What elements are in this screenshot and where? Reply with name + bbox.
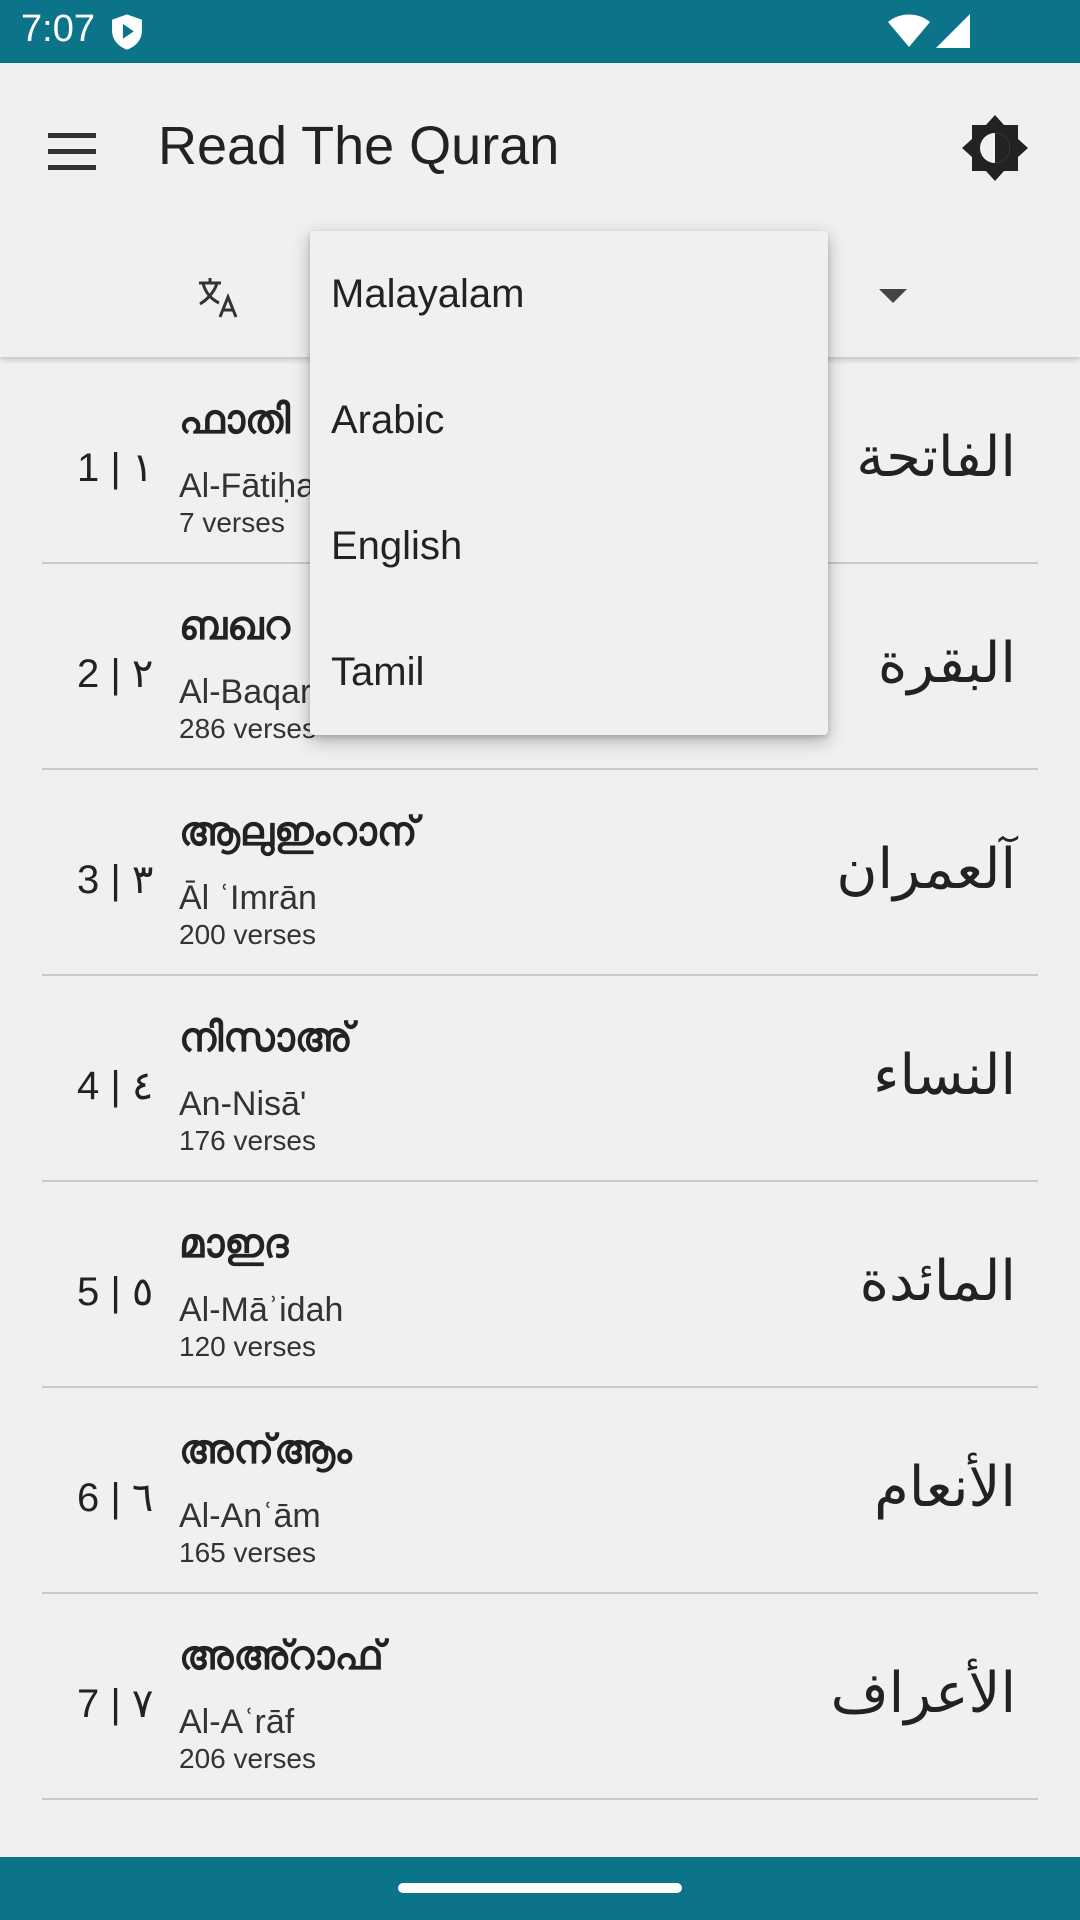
wifi-icon <box>888 14 930 47</box>
surah-verse-count: 120 verses <box>179 1331 316 1362</box>
surah-name-malayalam: ഫാതി <box>179 397 291 443</box>
dropdown-arrow-icon[interactable] <box>876 285 910 307</box>
surah-verse-count: 176 verses <box>179 1125 316 1156</box>
surah-transliteration: Al-Māʾidah <box>179 1291 344 1329</box>
menu-item-malayalam[interactable]: Malayalam <box>310 231 828 357</box>
surah-name-malayalam: മാഇദ <box>179 1221 289 1267</box>
surah-number: 6 | ٦ <box>77 1476 154 1520</box>
surah-number: 1 | ١ <box>77 446 154 490</box>
list-item[interactable]: 4 | ٤ നിസാഅ് An-Nisā' 176 verses النساء <box>42 975 1038 1182</box>
menu-item-english[interactable]: English <box>310 483 828 609</box>
signal-icon <box>936 14 970 48</box>
surah-name-malayalam: അഅ്റാഫ് <box>179 1633 384 1679</box>
navigation-bar <box>0 1857 1080 1920</box>
list-item[interactable]: 5 | ٥ മാഇദ Al-Māʾidah 120 verses المائدة <box>42 1181 1038 1388</box>
surah-name-arabic: الأعراف <box>830 1661 1016 1726</box>
surah-verse-count: 200 verses <box>179 919 316 950</box>
surah-transliteration: Āl ʿImrān <box>179 879 317 917</box>
status-time: 7:07 <box>21 8 95 50</box>
surah-verse-count: 165 verses <box>179 1537 316 1568</box>
list-item[interactable]: 3 | ٣ ആലുഇംറാന് Āl ʿImrān 200 verses آلع… <box>42 769 1038 976</box>
surah-name-arabic: البقرة <box>877 631 1016 696</box>
surah-number: 7 | ٧ <box>77 1682 154 1726</box>
surah-name-malayalam: ആലുഇംറാന് <box>179 809 418 855</box>
surah-name-arabic: آلعمران <box>836 837 1016 902</box>
surah-verse-count: 206 verses <box>179 1743 316 1774</box>
surah-name-malayalam: അന്ആം <box>179 1427 352 1473</box>
list-item[interactable]: 6 | ٦ അന്ആം Al-Anʿām 165 verses الأنعام <box>42 1387 1038 1594</box>
brightness-icon[interactable] <box>960 113 1030 183</box>
surah-name-arabic: المائدة <box>859 1249 1016 1314</box>
surah-number: 5 | ٥ <box>77 1270 154 1314</box>
surah-name-arabic: النساء <box>873 1043 1016 1108</box>
menu-item-tamil[interactable]: Tamil <box>310 609 828 735</box>
surah-transliteration: Al-Fātiḥa <box>179 467 316 505</box>
surah-transliteration: Al-Anʿām <box>179 1497 321 1535</box>
menu-item-arabic[interactable]: Arabic <box>310 357 828 483</box>
surah-number: 2 | ٢ <box>77 652 154 696</box>
surah-name-arabic: الفاتحة <box>856 425 1016 490</box>
surah-verse-count: 7 verses <box>179 507 285 538</box>
menu-icon[interactable] <box>44 127 100 177</box>
list-item[interactable]: 7 | ٧ അഅ്റാഫ് Al-Aʿrāf 206 verses الأعرا… <box>42 1593 1038 1800</box>
surah-number: 3 | ٣ <box>77 858 154 902</box>
surah-transliteration: An-Nisā' <box>179 1085 307 1123</box>
translate-icon[interactable] <box>196 275 240 319</box>
status-bar: 7:07 <box>0 0 1080 63</box>
surah-name-malayalam: ബഖറ <box>179 603 290 649</box>
language-menu: Malayalam Arabic English Tamil <box>310 231 828 735</box>
shield-icon <box>112 14 142 50</box>
surah-name-arabic: الأنعام <box>874 1455 1016 1520</box>
surah-transliteration: Al-Aʿrāf <box>179 1703 295 1741</box>
surah-name-malayalam: നിസാഅ് <box>179 1015 353 1061</box>
surah-transliteration: Al-Baqar <box>179 673 312 711</box>
home-gesture-handle[interactable] <box>398 1883 682 1893</box>
surah-verse-count: 286 verses <box>179 713 316 744</box>
surah-number: 4 | ٤ <box>77 1064 154 1108</box>
page-title: Read The Quran <box>158 116 560 176</box>
